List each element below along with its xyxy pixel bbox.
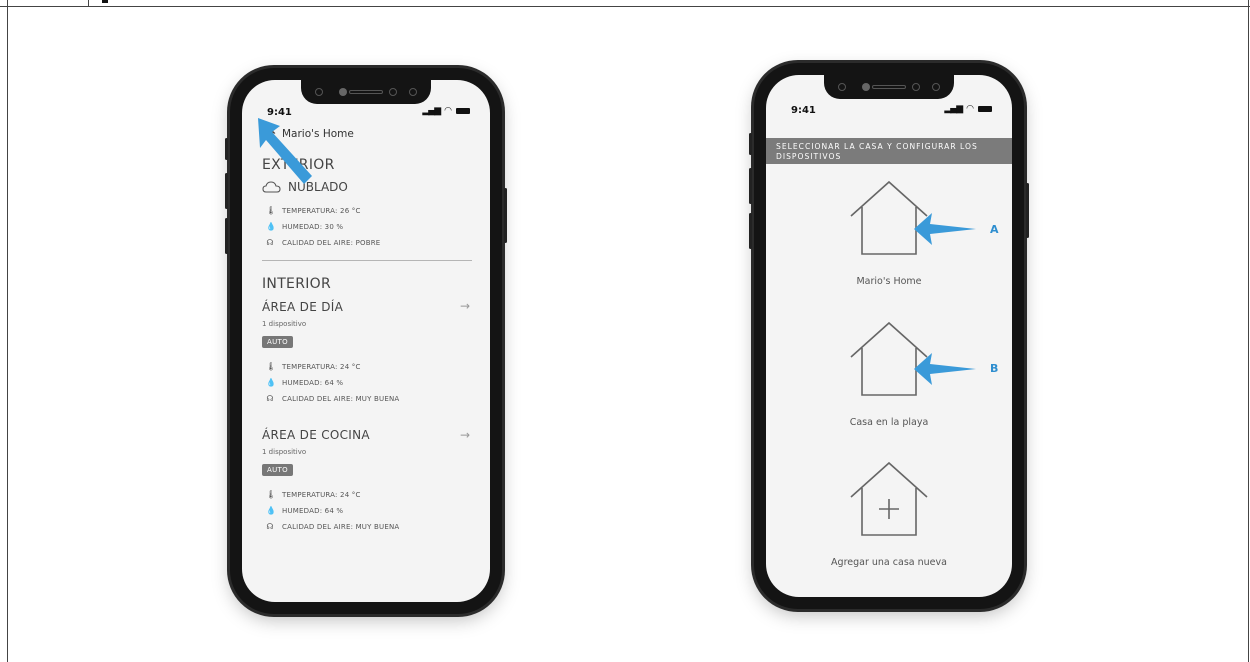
earpiece-speaker [872,85,906,89]
front-camera [315,88,323,96]
annotation-arrow-icon [914,213,976,245]
status-icons: ▂▄▆ ◠ [944,104,992,114]
drop-icon: 💧 [266,378,277,387]
thermometer-icon: 🌡 [266,490,277,499]
phone-volume-up [225,173,228,209]
arrow-right-icon[interactable]: → [460,428,470,442]
area-metric-temp: 🌡 TEMPERATURA: 24 °C [266,490,361,499]
area-device-count: 1 dispositivo [262,448,307,456]
phone-volume-down [749,213,752,249]
document-frame-tick [88,0,89,6]
thermometer-icon: 🌡 [266,206,277,215]
annotation-label-b: B [990,362,999,375]
area-metric-air: ☊ CALIDAD DEL AIRE: MUY BUENA [266,394,399,403]
exterior-metric-temp: 🌡 TEMPERATURA: 26 °C [266,206,361,215]
sensor-dot [862,83,870,91]
annotation-arrow-icon [914,353,976,385]
home-label[interactable]: Casa en la playa [766,417,1012,428]
signal-icon: ▂▄▆ [422,106,441,116]
wifi-icon: ◠ [444,106,452,116]
signal-icon: ▂▄▆ [944,104,963,114]
status-time: 9:41 [791,105,816,116]
wifi-icon: ◠ [966,104,974,114]
document-frame-mark [102,0,108,3]
phone-volume-down [225,218,228,254]
phone-side-button [749,133,752,155]
sensor-ring-2 [409,88,417,96]
home-label[interactable]: Agregar una casa nueva [766,557,1012,568]
metric-label: HUMEDAD: 30 % [282,222,344,231]
phone-left: 9:41 ▂▄▆ ◠ Mario's Home EXTERIOR NUBLADO… [225,68,507,614]
area-metric-humidity: 💧 HUMEDAD: 64 % [266,506,343,515]
mode-badge[interactable]: AUTO [262,336,293,348]
area-metric-humidity: 💧 HUMEDAD: 64 % [266,378,343,387]
metric-label: TEMPERATURA: 26 °C [282,206,361,215]
area-metric-air: ☊ CALIDAD DEL AIRE: MUY BUENA [266,522,399,531]
air-quality-icon: ☊ [266,238,274,247]
exterior-metric-air: ☊ CALIDAD DEL AIRE: POBRE [266,238,380,247]
battery-icon [456,108,470,114]
metric-label: CALIDAD DEL AIRE: MUY BUENA [282,522,400,531]
metric-label: CALIDAD DEL AIRE: POBRE [282,238,381,247]
drop-icon: 💧 [266,506,277,515]
interior-title: INTERIOR [262,276,332,292]
add-home-button[interactable] [766,459,1012,539]
phone-power-button [504,188,507,243]
annotation-arrow-icon [258,118,312,184]
area-title[interactable]: ÁREA DE COCINA [262,428,370,442]
thermometer-icon: 🌡 [266,362,277,371]
drop-icon: 💧 [266,222,277,231]
phone-right-screen: 9:41 ▂▄▆ ◠ SELECCIONAR LA CASA Y CONFIGU… [766,75,1012,597]
air-quality-icon: ☊ [266,394,274,403]
phone-power-button [1026,183,1029,238]
sensor-dot [339,88,347,96]
section-divider [262,260,472,261]
add-house-icon[interactable] [848,459,930,539]
metric-label: TEMPERATURA: 24 °C [282,490,361,499]
document-frame-left [7,0,8,662]
phone-side-button [225,138,228,160]
phone-notch [824,75,954,99]
home-label[interactable]: Mario's Home [766,276,1012,287]
exterior-metric-humidity: 💧 HUMEDAD: 30 % [266,222,343,231]
earpiece-speaker [349,90,383,94]
metric-label: HUMEDAD: 64 % [282,378,344,387]
sensor-ring [389,88,397,96]
air-quality-icon: ☊ [266,522,274,531]
document-frame-top [0,0,1250,7]
document-frame-right [1248,0,1249,662]
instruction-banner: SELECCIONAR LA CASA Y CONFIGURAR LOS DIS… [766,138,1012,164]
metric-label: CALIDAD DEL AIRE: MUY BUENA [282,394,400,403]
sensor-ring [912,83,920,91]
battery-icon [978,106,992,112]
front-camera [838,83,846,91]
phone-right: 9:41 ▂▄▆ ◠ SELECCIONAR LA CASA Y CONFIGU… [749,63,1029,609]
area-device-count: 1 dispositivo [262,320,307,328]
arrow-right-icon[interactable]: → [460,299,470,313]
metric-label: TEMPERATURA: 24 °C [282,362,361,371]
status-icons: ▂▄▆ ◠ [422,106,470,116]
sensor-ring-2 [932,83,940,91]
area-title[interactable]: ÁREA DE DÍA [262,300,343,314]
annotation-label-a: A [990,223,999,236]
phone-volume-up [749,168,752,204]
metric-label: HUMEDAD: 64 % [282,506,344,515]
mode-badge[interactable]: AUTO [262,464,293,476]
area-metric-temp: 🌡 TEMPERATURA: 24 °C [266,362,361,371]
phone-notch [301,80,431,104]
